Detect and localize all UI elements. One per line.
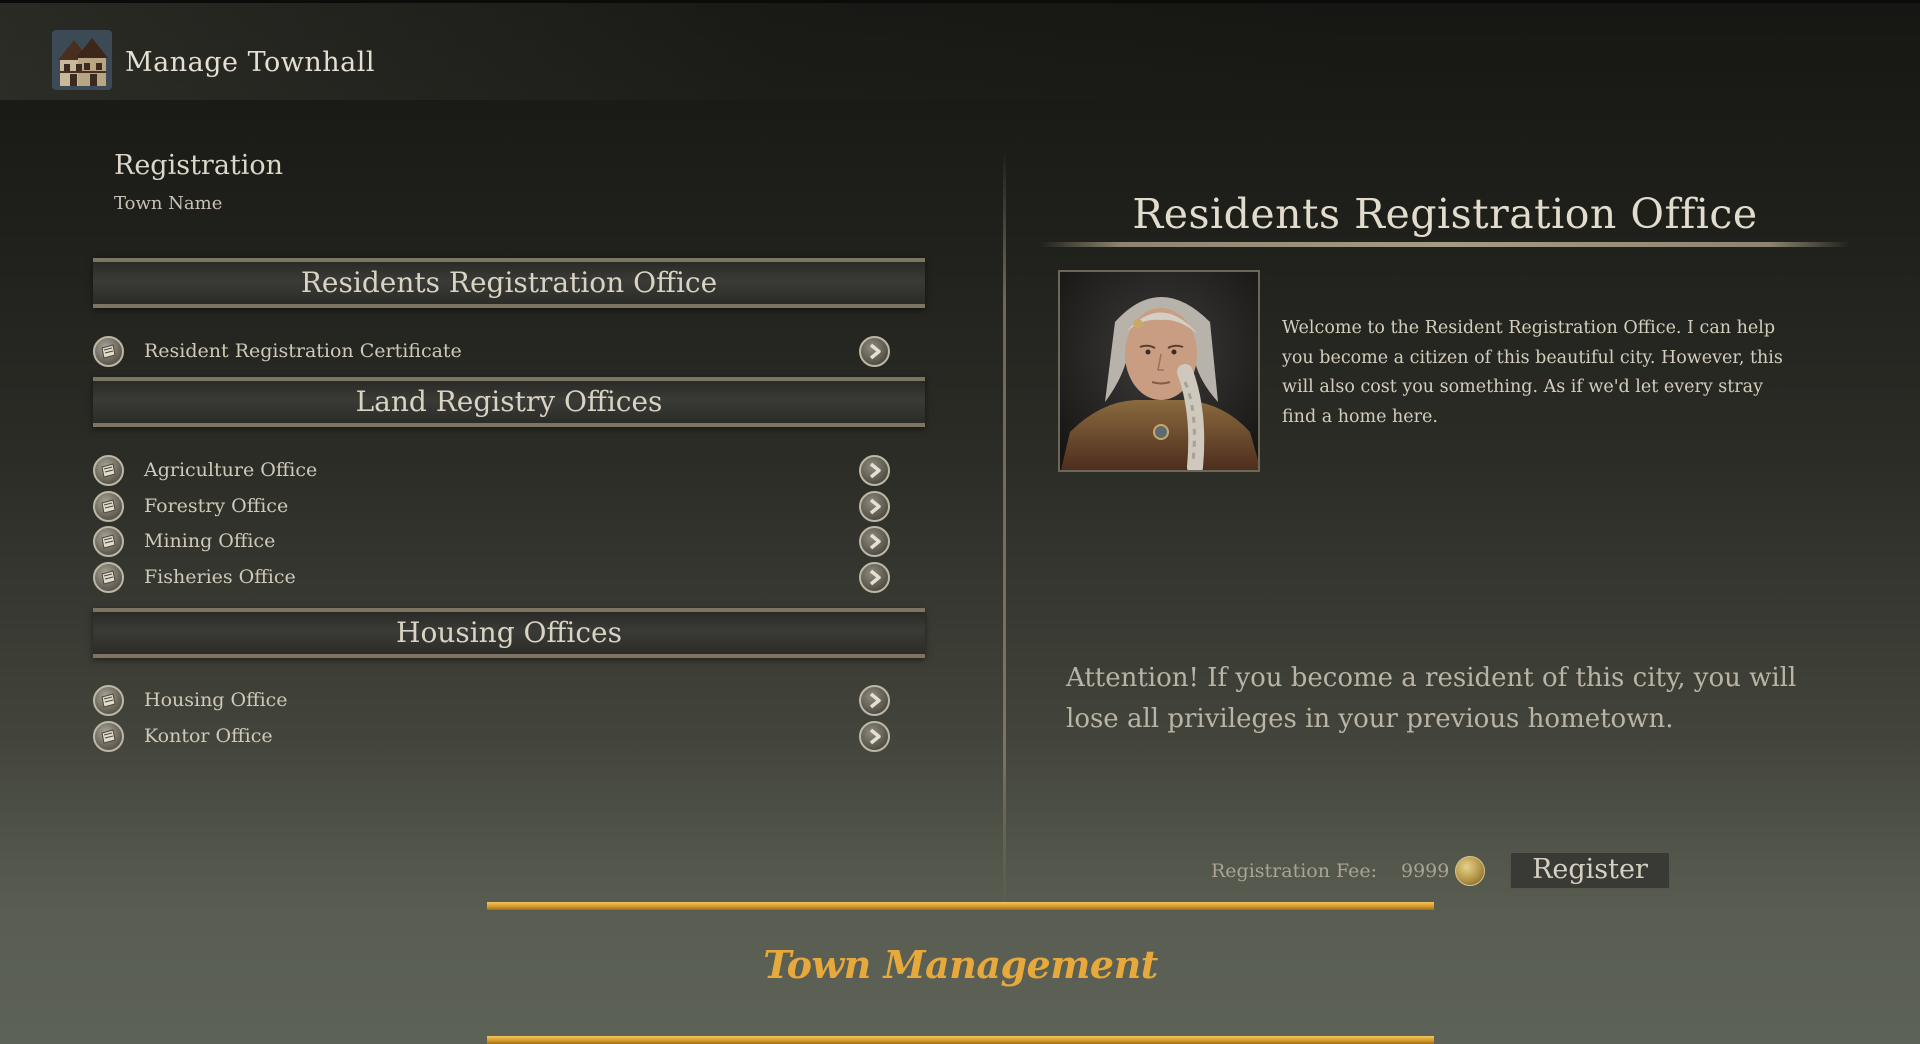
- footer-gold-bar-top: [487, 902, 1434, 910]
- town-name: Town Name: [114, 193, 223, 214]
- chevron-right-icon[interactable]: [859, 721, 890, 752]
- scroll-icon: [93, 685, 124, 716]
- menu-item-kontor-office[interactable]: Kontor Office: [93, 721, 893, 753]
- chevron-right-icon[interactable]: [859, 491, 890, 522]
- scroll-icon: [93, 455, 124, 486]
- office-title: Residents Registration Office: [1132, 190, 1758, 238]
- menu-item-label: Housing Office: [144, 689, 288, 711]
- scroll-icon: [93, 526, 124, 557]
- registration-heading: Registration: [114, 150, 284, 181]
- attention-warning: Attention! If you become a resident of t…: [1066, 663, 1797, 734]
- menu-item-label: Kontor Office: [144, 725, 273, 747]
- menu-item-label: Mining Office: [144, 530, 276, 552]
- window-title: Manage Townhall: [125, 47, 375, 78]
- menu-item-label: Agriculture Office: [144, 459, 318, 481]
- footer-gold-bar-bottom: [487, 1036, 1434, 1044]
- registration-fee-label: Registration Fee:: [1211, 860, 1378, 882]
- chevron-right-icon[interactable]: [859, 562, 890, 593]
- top-bar: Manage Townhall: [0, 0, 1920, 100]
- footer-title: Town Management: [763, 942, 1158, 987]
- scroll-icon: [93, 562, 124, 593]
- townhall-building-icon: [52, 30, 112, 90]
- menu-item-mining-office[interactable]: Mining Office: [93, 526, 893, 558]
- menu-item-agriculture-office[interactable]: Agriculture Office: [93, 455, 893, 487]
- menu-item-fisheries-office[interactable]: Fisheries Office: [93, 562, 893, 594]
- chevron-right-icon[interactable]: [859, 526, 890, 557]
- registration-fee-value: 9999: [1401, 860, 1450, 882]
- chevron-right-icon[interactable]: [859, 685, 890, 716]
- gold-coin-icon: [1455, 856, 1485, 886]
- scroll-icon: [93, 491, 124, 522]
- panel-divider: [1003, 148, 1006, 908]
- office-title-underline: [1040, 242, 1850, 247]
- welcome-text: Welcome to the Resident Registration Off…: [1282, 318, 1783, 427]
- menu-item-forestry-office[interactable]: Forestry Office: [93, 491, 893, 523]
- menu-item-resident-registration-certificate[interactable]: Resident Registration Certificate: [93, 336, 893, 368]
- menu-item-label: Forestry Office: [144, 495, 289, 517]
- section-banner-housing: Housing Offices: [93, 608, 925, 658]
- menu-item-housing-office[interactable]: Housing Office: [93, 685, 893, 717]
- scroll-icon: [93, 721, 124, 752]
- section-banner-land-registry: Land Registry Offices: [93, 377, 925, 427]
- official-portrait: [1058, 270, 1260, 472]
- menu-item-label: Resident Registration Certificate: [144, 340, 462, 362]
- section-banner-residents: Residents Registration Office: [93, 258, 925, 308]
- scroll-icon: [93, 336, 124, 367]
- chevron-right-icon[interactable]: [859, 455, 890, 486]
- register-button[interactable]: Register: [1510, 852, 1670, 889]
- menu-item-label: Fisheries Office: [144, 566, 296, 588]
- chevron-right-icon[interactable]: [859, 336, 890, 367]
